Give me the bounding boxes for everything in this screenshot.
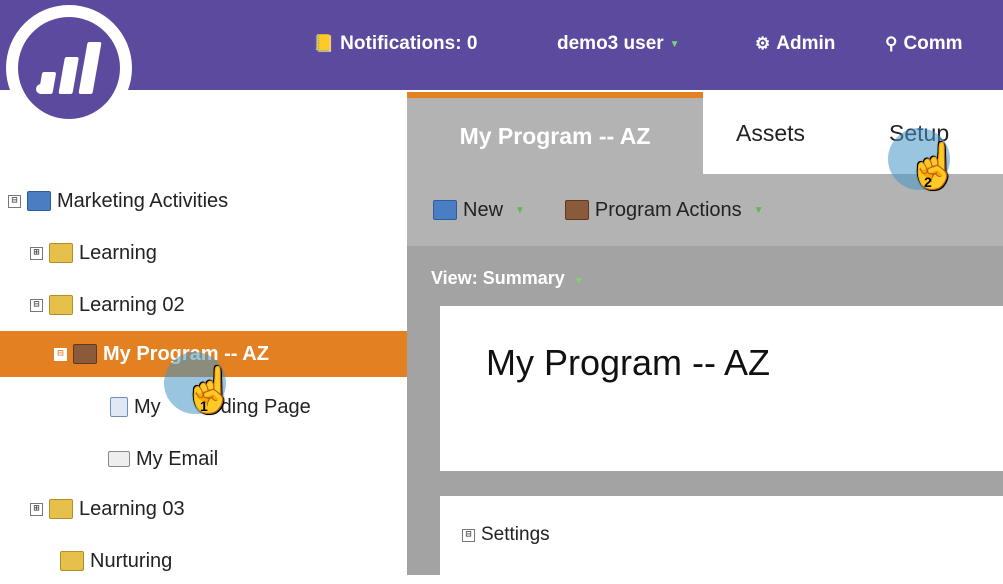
caret-down-icon: ▼ [573, 276, 584, 287]
top-bar: 📒 Notifications: 0 demo3 user ▼ ⚙ Admin … [0, 0, 1003, 90]
program-title: My Program -- AZ [486, 342, 771, 383]
collapse-icon[interactable]: ⊟ [54, 347, 67, 361]
notification-icon: 📒 [313, 34, 335, 53]
marketing-tree: ⊟ Marketing Activities ⊞ Learning ⊟ Lear… [0, 90, 461, 575]
gear-icon: ⚙ [755, 34, 771, 53]
folder-icon [49, 499, 73, 519]
email-icon [108, 451, 130, 467]
collapse-icon[interactable]: ⊟ [462, 528, 475, 542]
hand-pointer-icon: ☝ [182, 366, 237, 415]
program-icon [564, 200, 589, 220]
program-icon [73, 344, 97, 364]
summary-card: My Program -- AZ [440, 306, 1003, 471]
landing-page-icon [110, 397, 128, 417]
hand-pointer-icon: ☝ [906, 142, 961, 191]
expand-icon[interactable]: ⊞ [30, 246, 43, 260]
program-actions-button[interactable]: Program Actions ▼ [564, 199, 764, 222]
tree-item-learning[interactable]: ⊞ Learning [0, 230, 437, 276]
collapse-icon[interactable]: ⊟ [30, 298, 43, 312]
caret-down-icon: ▼ [515, 204, 525, 216]
cursor-step-1: ☝ 1 [164, 352, 237, 432]
tab-my-program[interactable]: My Program -- AZ [407, 92, 703, 174]
caret-down-icon: ▼ [669, 38, 680, 50]
community-icon: ⚲ [885, 34, 898, 53]
tree-item-marketing-activities[interactable]: ⊟ Marketing Activities [0, 178, 415, 224]
settings-section: ⊟ Settings [440, 496, 1003, 575]
tree-item-learning-03[interactable]: ⊞ Learning 03 [0, 486, 437, 532]
user-menu[interactable]: demo3 user ▼ [557, 33, 680, 55]
tab-assets[interactable]: Assets [736, 92, 805, 174]
tree-item-nurturing[interactable]: Nurturing [0, 538, 467, 584]
notifications-link[interactable]: 📒 Notifications: 0 [313, 33, 477, 55]
settings-toggle[interactable]: ⊟ Settings [462, 524, 550, 546]
tree-item-learning-02[interactable]: ⊟ Learning 02 [0, 282, 437, 328]
folder-icon [49, 243, 73, 263]
admin-link[interactable]: ⚙ Admin [755, 33, 835, 55]
new-button[interactable]: New ▼ [433, 199, 525, 222]
book-icon [27, 191, 51, 211]
summary-area: View: Summary ▼ My Program -- AZ ⊟ Setti… [407, 246, 1003, 575]
caret-down-icon: ▼ [753, 204, 764, 216]
view-selector[interactable]: View: Summary ▼ [431, 268, 584, 289]
folder-icon [49, 295, 73, 315]
expand-icon[interactable]: ⊞ [30, 502, 43, 516]
book-icon [433, 200, 457, 220]
community-link[interactable]: ⚲ Comm [885, 33, 963, 55]
collapse-icon[interactable]: ⊟ [8, 194, 21, 208]
marketo-logo[interactable] [6, 5, 132, 131]
bars-logo-icon [36, 42, 102, 94]
folder-icon [60, 551, 84, 571]
cursor-step-2: ☝ 2 [888, 128, 961, 208]
